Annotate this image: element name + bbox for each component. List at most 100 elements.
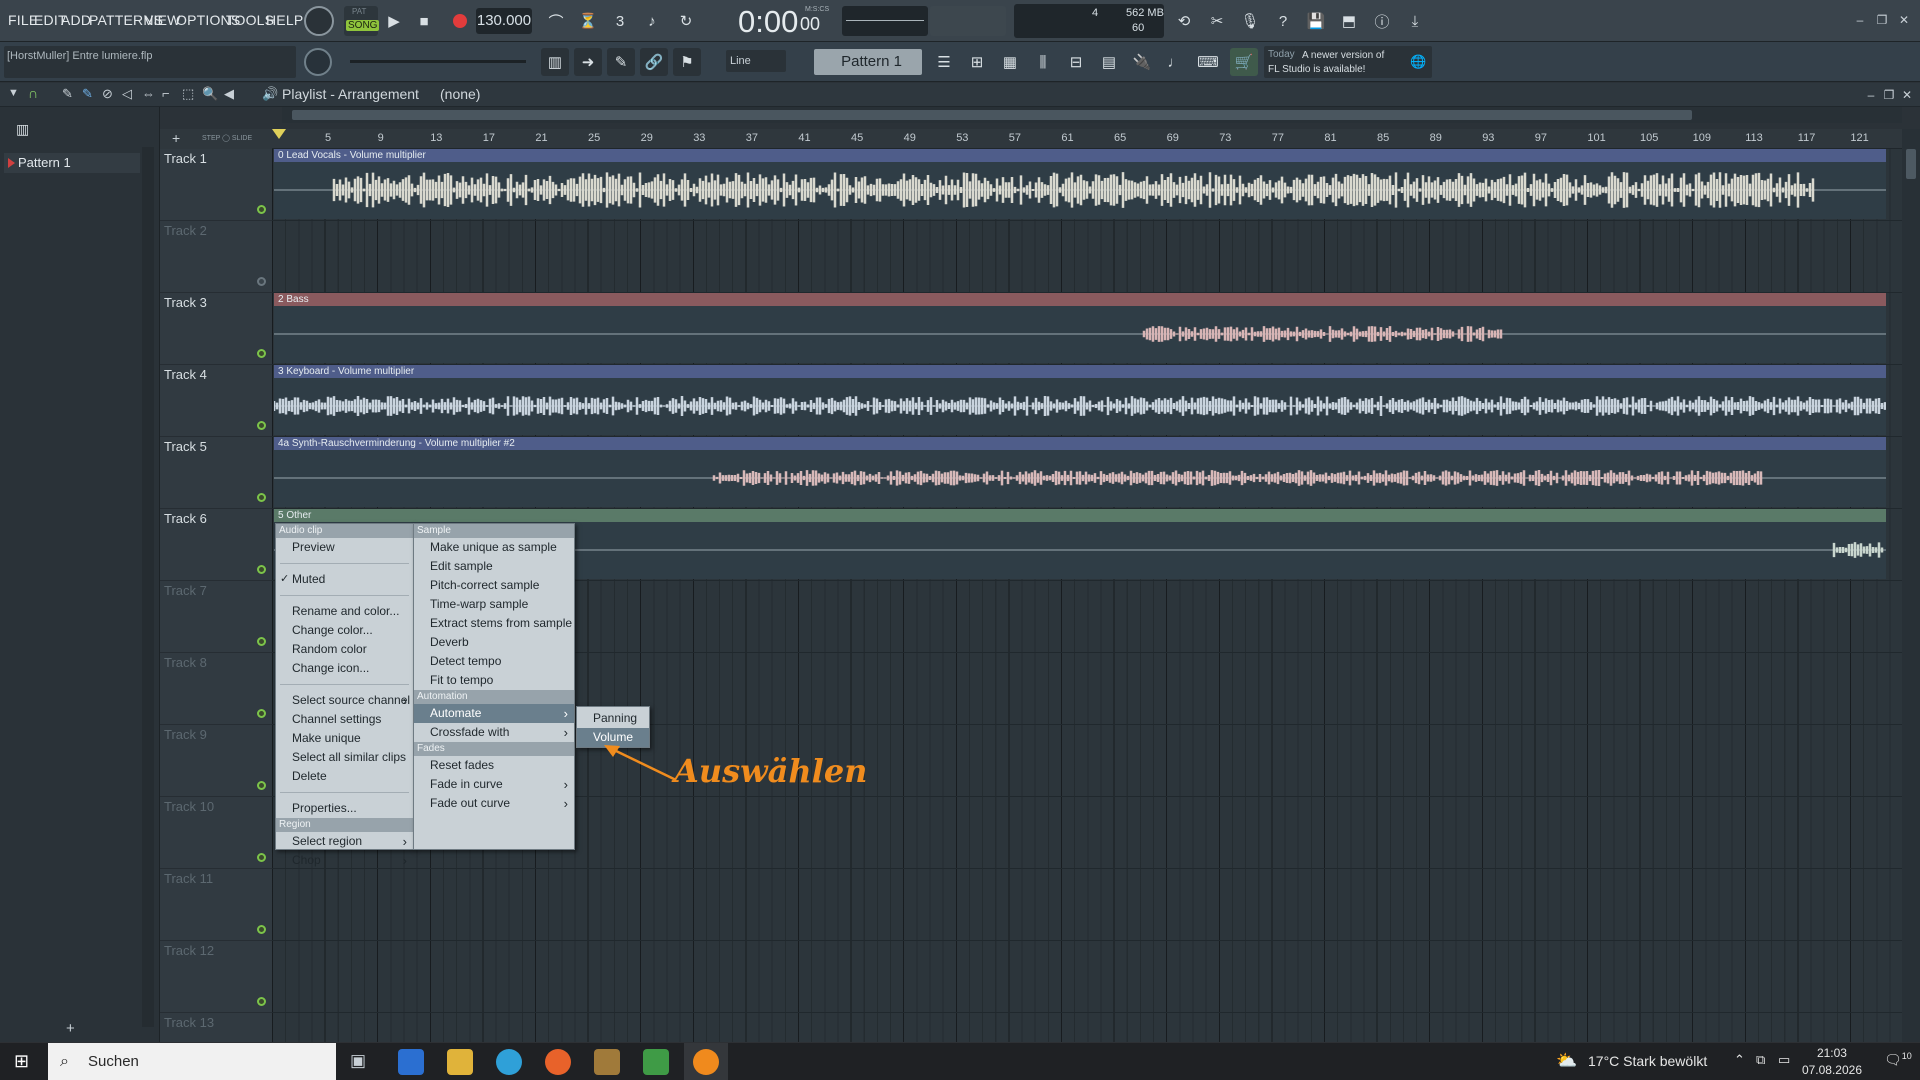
- mixer-icon[interactable]: ⫼: [1029, 48, 1057, 76]
- menu-crossfade[interactable]: Crossfade with: [414, 723, 574, 742]
- typing-keyboard-icon[interactable]: ⌨: [1194, 48, 1222, 76]
- menu-channel-settings[interactable]: Channel settings: [276, 710, 413, 729]
- timeline-ruler[interactable]: 5 9 13 17 21 25 29 33 37 41 45 49 53 57 61 65 69 73 77 81 85…: [272, 129, 1902, 149]
- piano-roll-icon[interactable]: ▥: [541, 48, 569, 76]
- menu-change-color[interactable]: Change color...: [276, 621, 413, 640]
- arrangement-selector[interactable]: (none): [440, 86, 480, 102]
- news-panel[interactable]: Today A newer version of FL Studio is av…: [1264, 46, 1432, 78]
- arrow-tool-icon[interactable]: ➜: [574, 48, 602, 76]
- info-icon[interactable]: ⓘ: [1368, 7, 1396, 35]
- wait-input-icon[interactable]: ⏳: [574, 7, 602, 35]
- metronome-icon[interactable]: ⌒: [542, 7, 570, 35]
- step-slide-switch[interactable]: STEP ◯ SLIDE: [202, 134, 252, 142]
- menu-make-unique-sample[interactable]: Make unique as sample: [414, 538, 574, 557]
- track-header[interactable]: Track 4: [160, 365, 272, 437]
- menu-select-similar[interactable]: Select all similar clips: [276, 748, 413, 767]
- clip-waveform[interactable]: [274, 450, 1886, 507]
- delete-tool-icon[interactable]: ⊘: [102, 86, 113, 102]
- clip-title[interactable]: 2 Bass: [274, 293, 1886, 306]
- browser-icon[interactable]: ▤: [1095, 48, 1123, 76]
- track-header[interactable]: Track 8: [160, 653, 272, 725]
- piano-icon[interactable]: ▥: [16, 121, 29, 138]
- master-volume-knob[interactable]: [304, 6, 334, 36]
- track-header[interactable]: Track 3: [160, 293, 272, 365]
- undo-icon[interactable]: ⟲: [1170, 7, 1198, 35]
- tray-network-icon[interactable]: ⧉: [1756, 1052, 1765, 1068]
- clip-waveform[interactable]: [274, 306, 1886, 363]
- track-header[interactable]: Track 9: [160, 725, 272, 797]
- firefox-icon[interactable]: [545, 1049, 571, 1075]
- microphone-icon[interactable]: 🎙: [1236, 7, 1264, 35]
- track-enable-led[interactable]: [257, 421, 266, 430]
- menu-extract-stems[interactable]: Extract stems from sample: [414, 614, 574, 633]
- fl-studio-taskbar-button[interactable]: [684, 1043, 728, 1080]
- file-explorer-icon[interactable]: [447, 1049, 473, 1075]
- shop-cart-icon[interactable]: 🛒: [1230, 48, 1258, 76]
- windows-start-icon[interactable]: ⊞: [14, 1051, 29, 1072]
- slice-tool-icon[interactable]: ⌐: [162, 86, 170, 101]
- playlist-options-icon[interactable]: ▼: [8, 87, 19, 99]
- track-enable-led[interactable]: [257, 709, 266, 718]
- playlist-minimize-icon[interactable]: –: [1862, 87, 1880, 103]
- track-enable-led[interactable]: [257, 925, 266, 934]
- menu-reset-fades[interactable]: Reset fades: [414, 756, 574, 775]
- menu-fade-out-curve[interactable]: Fade out curve: [414, 794, 574, 813]
- menu-edit-sample[interactable]: Edit sample: [414, 557, 574, 576]
- taskbar-clock[interactable]: 21:03 07.08.2026: [1802, 1045, 1862, 1079]
- track-enable-led[interactable]: [257, 565, 266, 574]
- track-enable-led[interactable]: [257, 997, 266, 1006]
- outlook-icon[interactable]: [398, 1049, 424, 1075]
- playlist-title[interactable]: Playlist - Arrangement: [282, 86, 419, 102]
- playlist-view-icon[interactable]: ☰: [930, 48, 958, 76]
- horizontal-scrollbar[interactable]: [282, 107, 1902, 123]
- track-enable-led[interactable]: [257, 349, 266, 358]
- playlist-restore-icon[interactable]: ❐: [1880, 87, 1898, 103]
- menu-rename-color[interactable]: Rename and color...: [276, 602, 413, 621]
- audio-clip[interactable]: 3 Keyboard - Volume multiplier: [274, 365, 1886, 435]
- close-icon[interactable]: ✕: [1895, 12, 1913, 28]
- render-icon[interactable]: ⬒: [1335, 7, 1363, 35]
- track-header[interactable]: Track 12: [160, 941, 272, 1013]
- snap-select[interactable]: Line: [726, 50, 786, 72]
- track-enable-led[interactable]: [257, 637, 266, 646]
- zoom-tool-icon[interactable]: 🔍: [202, 86, 218, 102]
- pat-song-switch[interactable]: PAT SONG: [344, 6, 380, 36]
- countdown-icon[interactable]: 3: [606, 7, 634, 35]
- menu-properties[interactable]: Properties...: [276, 799, 413, 818]
- track-header[interactable]: Track 7: [160, 581, 272, 653]
- track-header[interactable]: Track 11: [160, 869, 272, 941]
- menu-chop[interactable]: Chop: [276, 851, 413, 870]
- add-pattern-icon[interactable]: +: [66, 1020, 75, 1037]
- menu-help[interactable]: HELP: [266, 12, 303, 28]
- track-header[interactable]: Track 2: [160, 221, 272, 293]
- menu-pitch-correct[interactable]: Pitch-correct sample: [414, 576, 574, 595]
- track-header[interactable]: Track 6: [160, 509, 272, 581]
- tempo-tapper-icon[interactable]: ♩: [1161, 48, 1189, 76]
- menu-random-color[interactable]: Random color: [276, 640, 413, 659]
- menu-panning[interactable]: Panning: [577, 709, 649, 728]
- master-pitch-knob[interactable]: [304, 48, 332, 76]
- audio-clip[interactable]: 0 Lead Vocals - Volume multiplier: [274, 149, 1886, 219]
- menu-select-region[interactable]: Select region: [276, 832, 413, 851]
- weather-icon[interactable]: ⛅: [1556, 1051, 1577, 1071]
- spreadsheet-icon[interactable]: [643, 1049, 669, 1075]
- menu-detect-tempo[interactable]: Detect tempo: [414, 652, 574, 671]
- tray-chevron-icon[interactable]: ⌃: [1734, 1052, 1745, 1068]
- menu-fade-in-curve[interactable]: Fade in curve: [414, 775, 574, 794]
- main-slider[interactable]: [350, 60, 526, 63]
- tempo-display[interactable]: 130.000: [476, 8, 532, 34]
- audio-clip[interactable]: 2 Bass: [274, 293, 1886, 363]
- help-icon[interactable]: ?: [1269, 7, 1297, 35]
- add-track-icon[interactable]: +: [172, 130, 180, 146]
- playlist-close-icon[interactable]: ✕: [1898, 87, 1916, 103]
- time-display[interactable]: 0:00: [738, 4, 798, 40]
- track-header[interactable]: Track 5: [160, 437, 272, 509]
- link-icon[interactable]: 🔗: [640, 48, 668, 76]
- clip-title[interactable]: 4a Synth-Rauschverminderung - Volume mul…: [274, 437, 1886, 450]
- pattern-selector[interactable]: Pattern 1: [814, 49, 922, 75]
- blend-notes-icon[interactable]: ♪: [638, 7, 666, 35]
- track-header[interactable]: Track 1: [160, 149, 272, 221]
- taskbar-search[interactable]: ⌕ Suchen: [48, 1043, 336, 1080]
- save-icon[interactable]: 💾: [1302, 7, 1330, 35]
- weather-text[interactable]: 17°C Stark bewölkt: [1588, 1053, 1707, 1069]
